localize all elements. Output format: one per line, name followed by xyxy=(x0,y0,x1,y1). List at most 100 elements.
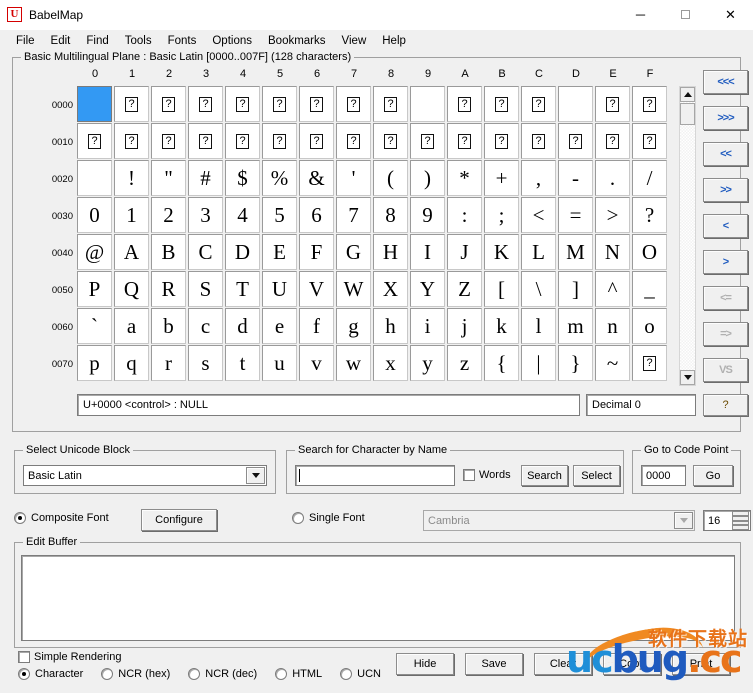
char-cell-0052[interactable]: R xyxy=(151,271,186,307)
close-button[interactable]: ✕ xyxy=(708,0,753,29)
char-cell-0003[interactable]: ? xyxy=(188,86,223,122)
char-cell-0066[interactable]: f xyxy=(299,308,334,344)
char-cell-0036[interactable]: 6 xyxy=(299,197,334,233)
char-cell-0049[interactable]: I xyxy=(410,234,445,270)
char-cell-0000[interactable] xyxy=(77,86,112,122)
char-cell-0056[interactable]: V xyxy=(299,271,334,307)
menu-item-options[interactable]: Options xyxy=(204,33,260,49)
minimize-button[interactable]: ─ xyxy=(618,0,663,29)
char-cell-006E[interactable]: n xyxy=(595,308,630,344)
char-cell-005A[interactable]: Z xyxy=(447,271,482,307)
char-cell-0055[interactable]: U xyxy=(262,271,297,307)
char-cell-0004[interactable]: ? xyxy=(225,86,260,122)
char-cell-0065[interactable]: e xyxy=(262,308,297,344)
char-cell-007F[interactable]: ? xyxy=(632,345,667,381)
edit-buffer-textarea[interactable] xyxy=(21,555,735,641)
char-cell-006F[interactable]: o xyxy=(632,308,667,344)
char-cell-0034[interactable]: 4 xyxy=(225,197,260,233)
char-cell-001C[interactable]: ? xyxy=(521,123,556,159)
menu-item-view[interactable]: View xyxy=(334,33,375,49)
char-cell-002C[interactable]: , xyxy=(521,160,556,196)
char-cell-000D[interactable] xyxy=(558,86,593,122)
save-button[interactable]: Save xyxy=(465,653,523,675)
char-cell-0070[interactable]: p xyxy=(77,345,112,381)
char-cell-0007[interactable]: ? xyxy=(336,86,371,122)
char-cell-0044[interactable]: D xyxy=(225,234,260,270)
char-cell-0037[interactable]: 7 xyxy=(336,197,371,233)
single-font-radio-dot[interactable] xyxy=(292,512,304,524)
char-cell-0002[interactable]: ? xyxy=(151,86,186,122)
char-cell-005C[interactable]: \ xyxy=(521,271,556,307)
char-cell-007B[interactable]: { xyxy=(484,345,519,381)
char-cell-006C[interactable]: l xyxy=(521,308,556,344)
scroll-up-button[interactable] xyxy=(680,87,695,102)
single-font-combobox[interactable]: Cambria xyxy=(423,510,695,531)
char-cell-0079[interactable]: y xyxy=(410,345,445,381)
font-size-increment[interactable] xyxy=(732,511,749,521)
single-font-radio[interactable]: Single Font xyxy=(292,512,365,524)
mode-radio-ucn[interactable]: UCN xyxy=(340,668,381,680)
char-cell-0016[interactable]: ? xyxy=(299,123,334,159)
scrollbar-track[interactable] xyxy=(680,102,695,370)
char-cell-0039[interactable]: 9 xyxy=(410,197,445,233)
char-cell-006D[interactable]: m xyxy=(558,308,593,344)
char-cell-001D[interactable]: ? xyxy=(558,123,593,159)
search-input[interactable] xyxy=(295,465,455,486)
mode-radio-dot[interactable] xyxy=(188,668,200,680)
menu-item-fonts[interactable]: Fonts xyxy=(160,33,205,49)
mode-radio-ncr-dec[interactable]: NCR (dec) xyxy=(188,668,257,680)
char-cell-000C[interactable]: ? xyxy=(521,86,556,122)
char-cell-000F[interactable]: ? xyxy=(632,86,667,122)
char-cell-002A[interactable]: * xyxy=(447,160,482,196)
configure-button[interactable]: Configure xyxy=(141,509,217,531)
clear-button[interactable]: Clear xyxy=(534,653,592,675)
char-cell-0059[interactable]: Y xyxy=(410,271,445,307)
char-cell-002D[interactable]: - xyxy=(558,160,593,196)
char-cell-0074[interactable]: t xyxy=(225,345,260,381)
char-cell-0029[interactable]: ) xyxy=(410,160,445,196)
char-cell-0076[interactable]: v xyxy=(299,345,334,381)
scrollbar-thumb[interactable] xyxy=(680,103,695,125)
mode-radio-character[interactable]: Character xyxy=(18,668,83,680)
char-cell-000A[interactable]: ? xyxy=(447,86,482,122)
char-cell-004E[interactable]: N xyxy=(595,234,630,270)
char-cell-0053[interactable]: S xyxy=(188,271,223,307)
char-cell-005F[interactable]: _ xyxy=(632,271,667,307)
char-cell-0019[interactable]: ? xyxy=(410,123,445,159)
unicode-block-combobox[interactable]: Basic Latin xyxy=(23,465,267,486)
menu-item-find[interactable]: Find xyxy=(78,33,116,49)
char-cell-001E[interactable]: ? xyxy=(595,123,630,159)
nav-next-block[interactable]: > xyxy=(703,250,748,274)
mode-radio-dot[interactable] xyxy=(340,668,352,680)
menu-item-file[interactable]: File xyxy=(8,33,43,49)
char-cell-0063[interactable]: c xyxy=(188,308,223,344)
char-cell-005B[interactable]: [ xyxy=(484,271,519,307)
char-cell-0017[interactable]: ? xyxy=(336,123,371,159)
char-cell-0001[interactable]: ? xyxy=(114,86,149,122)
char-cell-0068[interactable]: h xyxy=(373,308,408,344)
go-button[interactable]: Go xyxy=(693,465,733,486)
char-cell-0058[interactable]: X xyxy=(373,271,408,307)
single-font-dropdown-button[interactable] xyxy=(674,512,693,529)
char-cell-0054[interactable]: T xyxy=(225,271,260,307)
char-cell-000B[interactable]: ? xyxy=(484,86,519,122)
composite-font-radio-dot[interactable] xyxy=(14,512,26,524)
char-help-button[interactable]: ? xyxy=(703,394,748,416)
char-cell-006A[interactable]: j xyxy=(447,308,482,344)
char-cell-002B[interactable]: + xyxy=(484,160,519,196)
char-cell-0015[interactable]: ? xyxy=(262,123,297,159)
char-cell-003C[interactable]: < xyxy=(521,197,556,233)
char-cell-0041[interactable]: A xyxy=(114,234,149,270)
font-size-spin-buttons[interactable] xyxy=(732,511,749,530)
char-cell-0005[interactable]: ? xyxy=(262,86,297,122)
char-cell-003A[interactable]: : xyxy=(447,197,482,233)
char-cell-003B[interactable]: ; xyxy=(484,197,519,233)
char-cell-0043[interactable]: C xyxy=(188,234,223,270)
char-cell-0062[interactable]: b xyxy=(151,308,186,344)
nav-next-page[interactable]: >> xyxy=(703,178,748,202)
simple-rendering-checkbox[interactable]: Simple Rendering xyxy=(18,651,121,663)
char-cell-0046[interactable]: F xyxy=(299,234,334,270)
char-cell-0051[interactable]: Q xyxy=(114,271,149,307)
char-cell-0013[interactable]: ? xyxy=(188,123,223,159)
mode-radio-dot[interactable] xyxy=(101,668,113,680)
